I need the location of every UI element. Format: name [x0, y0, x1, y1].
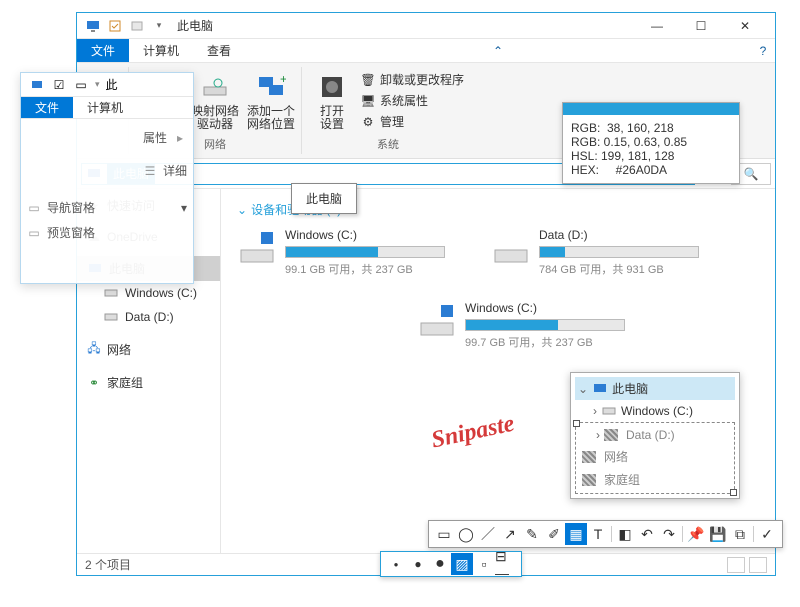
size-small[interactable]: ● — [385, 553, 407, 575]
minimize-button[interactable]: — — [635, 13, 679, 39]
ghost-details[interactable]: ☰详细 — [27, 158, 187, 183]
ghost-properties[interactable]: 属性▸ — [27, 125, 187, 150]
sys-properties-button[interactable]: 🖥系统属性 — [360, 90, 464, 111]
pencil-tool[interactable]: ✎ — [521, 523, 543, 545]
ghost-tab-file[interactable]: 文件 — [21, 97, 73, 118]
save-button[interactable]: 💾 — [707, 523, 729, 545]
usage-bar — [285, 246, 445, 258]
sidebar-drive-d[interactable]: Data (D:) — [77, 305, 220, 329]
popup-network[interactable]: 网络 — [578, 445, 732, 468]
pixelated-icon — [582, 451, 596, 463]
ellipse-tool[interactable]: ◯ — [455, 523, 477, 545]
mosaic-tool[interactable]: ▦ — [565, 523, 587, 545]
new-folder-icon[interactable] — [129, 18, 145, 34]
uninstall-button[interactable]: 🗑卸载或更改程序 — [360, 69, 464, 90]
map-drive-button[interactable]: 映射网络 驱动器 — [191, 67, 239, 136]
popup-drive-c[interactable]: ›Windows (C:) — [575, 400, 735, 422]
color-rgb: RGB: 38, 160, 218 — [571, 121, 731, 135]
add-network-location-button[interactable]: +添加一个 网络位置 — [247, 67, 295, 136]
usage-bar — [539, 246, 699, 258]
color-swatch — [563, 103, 739, 115]
homegroup-icon: ⚭ — [87, 376, 101, 390]
tab-view[interactable]: 查看 — [193, 39, 245, 62]
drive-icon — [491, 228, 531, 268]
color-hex: HEX: #26A0DA — [571, 163, 731, 177]
group-network-label: 网络 — [204, 136, 226, 154]
properties-icon[interactable] — [107, 18, 123, 34]
pattern-hatch[interactable]: ▨ — [451, 553, 473, 575]
color-rgb-float: RGB: 0.15, 0.63, 0.85 — [571, 135, 731, 149]
color-hsl: HSL: 199, 181, 128 — [571, 149, 731, 163]
ghost-preview-pane[interactable]: ▭预览窗格 — [27, 220, 187, 245]
drive-icon — [417, 301, 457, 341]
color-info-panel: RGB: 38, 160, 218 RGB: 0.15, 0.63, 0.85 … — [562, 102, 740, 184]
pattern-slider[interactable]: ⊟— — [495, 553, 517, 575]
properties-icon: ☑ — [51, 77, 67, 93]
tree-popup: ⌄此电脑 ›Windows (C:) ›Data (D:) 网络 家庭组 — [570, 372, 740, 499]
window-title: 此电脑 — [177, 17, 213, 34]
confirm-button[interactable]: ✓ — [756, 523, 778, 545]
drive-icon — [237, 228, 277, 268]
drive-icon — [601, 403, 617, 419]
maximize-button[interactable]: ☐ — [679, 13, 723, 39]
ghost-nav-pane[interactable]: ▭导航窗格▾ — [27, 195, 187, 220]
pc-icon — [592, 381, 608, 397]
pattern-blur[interactable]: ▫ — [473, 553, 495, 575]
pc-icon — [85, 18, 101, 34]
ghost-tab-computer[interactable]: 计算机 — [73, 97, 137, 118]
popup-this-pc[interactable]: ⌄此电脑 — [575, 377, 735, 400]
usage-bar — [465, 319, 625, 331]
pc-icon — [29, 77, 45, 93]
drive-icon — [103, 309, 119, 325]
sidebar-network[interactable]: 🖧网络 — [77, 337, 220, 362]
watermark-text: Snipaste — [429, 411, 517, 455]
drive-icon — [103, 285, 119, 301]
undo-button[interactable]: ↶ — [636, 523, 658, 545]
eraser-tool[interactable]: ◧ — [614, 523, 636, 545]
network-icon: 🖧 — [87, 343, 101, 357]
rect-tool[interactable]: ▭ — [433, 523, 455, 545]
close-button[interactable]: ✕ — [723, 13, 767, 39]
selection-handles[interactable]: ›Data (D:) 网络 家庭组 — [575, 422, 735, 494]
drive-item[interactable]: Windows (C:)99.1 GB 可用，共 237 GB — [237, 228, 467, 277]
chevron-down-icon: ⌄ — [237, 203, 247, 217]
text-tool[interactable]: T — [587, 523, 609, 545]
manage-button[interactable]: ⚙管理 — [360, 111, 464, 132]
ghost-window: ☑▭▾ 此 文件 计算机 属性▸ ☰详细 ▭导航窗格▾ ▭预览窗格 — [20, 72, 194, 284]
ribbon-tabs: 文件 计算机 查看 ⌃ ? — [77, 39, 775, 63]
group-system-label: 系统 — [377, 136, 399, 154]
titlebar: ▾ 此电脑 — ☐ ✕ — [77, 13, 775, 39]
qat-dropdown-icon[interactable]: ▾ — [151, 18, 167, 34]
size-large[interactable]: ● — [429, 553, 451, 575]
pixelated-icon — [582, 474, 596, 486]
doc-icon: ▭ — [73, 77, 89, 93]
size-medium[interactable]: ● — [407, 553, 429, 575]
address-tooltip: 此电脑 — [291, 183, 357, 214]
sidebar-homegroup[interactable]: ⚭家庭组 — [77, 370, 220, 395]
svg-text:+: + — [280, 73, 286, 86]
ribbon-collapse-icon[interactable]: ⌃ — [483, 39, 513, 62]
annotation-toolbar: ▭ ◯ ／ ↗ ✎ ✐ ▦ T ◧ ↶ ↷ 📌 💾 ⧉ ✓ — [428, 520, 783, 548]
drive-list: Windows (C:)99.1 GB 可用，共 237 GB Data (D:… — [237, 228, 759, 350]
redo-button[interactable]: ↷ — [658, 523, 680, 545]
view-details-button[interactable] — [727, 557, 745, 573]
popup-drive-d[interactable]: ›Data (D:) — [578, 425, 732, 445]
drive-item[interactable]: Windows (C:)99.7 GB 可用，共 237 GB — [417, 301, 647, 350]
open-settings-button[interactable]: 打开 设置 — [308, 67, 356, 134]
line-tool[interactable]: ／ — [477, 523, 499, 545]
popup-homegroup[interactable]: 家庭组 — [578, 468, 732, 491]
help-icon[interactable]: ? — [751, 39, 775, 62]
sidebar-drive-c[interactable]: Windows (C:) — [77, 281, 220, 305]
drive-item[interactable]: Data (D:)784 GB 可用，共 931 GB — [491, 228, 721, 277]
copy-button[interactable]: ⧉ — [729, 523, 751, 545]
item-count: 2 个项目 — [85, 556, 131, 573]
tab-computer[interactable]: 计算机 — [129, 39, 193, 62]
arrow-tool[interactable]: ↗ — [499, 523, 521, 545]
marker-tool[interactable]: ✐ — [543, 523, 565, 545]
tab-file[interactable]: 文件 — [77, 39, 129, 62]
brush-options-toolbar: ● ● ● ▨ ▫ ⊟— — [380, 551, 522, 577]
view-large-button[interactable] — [749, 557, 767, 573]
pin-button[interactable]: 📌 — [685, 523, 707, 545]
pixelated-icon — [604, 429, 618, 441]
